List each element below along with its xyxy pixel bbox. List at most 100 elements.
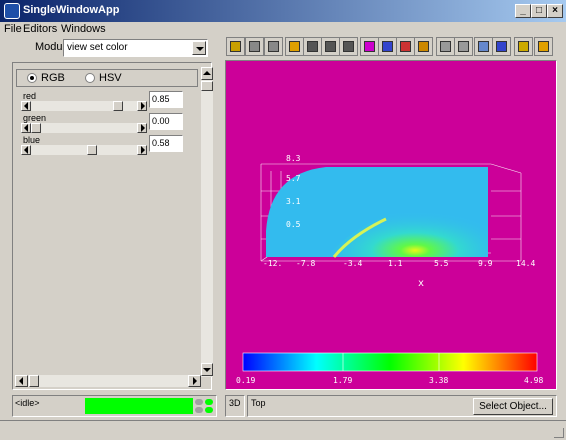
cube-front-icon <box>364 41 375 52</box>
y-tick-label: 5.7 <box>286 174 301 183</box>
scroll-thumb[interactable] <box>201 81 213 91</box>
rgb-label: RGB <box>41 72 65 84</box>
cube-wire-tool-button[interactable] <box>492 37 511 56</box>
save-tool-button[interactable] <box>454 37 473 56</box>
hsv-label: HSV <box>99 72 122 84</box>
close-button[interactable]: × <box>547 4 563 18</box>
slider-thumb[interactable] <box>86 145 97 155</box>
viewport-frame: 8.3 5.7 3.1 0.5 -12. -7.8 -3.4 1.1 5.5 9.9 14.4 x… <box>225 60 557 390</box>
scale-tool-button[interactable] <box>321 37 340 56</box>
cube-half-tool-button[interactable] <box>414 37 433 56</box>
slider-track[interactable] <box>21 101 147 111</box>
camera-tool-button[interactable] <box>245 37 264 56</box>
slider-value-field[interactable]: 0.00 <box>149 113 183 130</box>
maximize-button[interactable]: □ <box>531 4 547 18</box>
arrow-up-icon <box>203 71 211 75</box>
colorbar-label: 0.19 <box>236 376 255 385</box>
person-tool-button[interactable] <box>264 37 283 56</box>
arrow-right-icon <box>193 377 197 385</box>
slider-value-field[interactable]: 0.58 <box>149 135 183 152</box>
print-icon <box>440 41 451 52</box>
box-icon <box>478 41 489 52</box>
3d-viewport[interactable]: 8.3 5.7 3.1 0.5 -12. -7.8 -3.4 1.1 5.5 9.9 14.4 x… <box>226 61 556 389</box>
cube-side-tool-button[interactable] <box>378 37 397 56</box>
slider-value: 0.00 <box>152 116 170 126</box>
x-tick-label: 14.4 <box>516 259 535 268</box>
modules-select-value: view set color <box>67 42 128 53</box>
bulb-tool-button[interactable] <box>514 37 533 56</box>
slider-right-button[interactable] <box>137 101 147 111</box>
slider-left-button[interactable] <box>21 123 31 133</box>
horizontal-scrollbar[interactable] <box>15 375 201 387</box>
frame-tool-button[interactable] <box>303 37 322 56</box>
slider-thumb[interactable] <box>112 101 123 111</box>
menu-file[interactable]: File <box>4 23 22 35</box>
box-tool-button[interactable] <box>474 37 493 56</box>
arrow-right-icon <box>141 124 145 132</box>
x-tick-label: 5.5 <box>434 259 449 268</box>
slider-track[interactable] <box>21 123 147 133</box>
slider-row: red 0.85 <box>21 91 193 113</box>
bulb-icon <box>518 41 529 52</box>
print-tool-button[interactable] <box>436 37 455 56</box>
rgb-radio[interactable] <box>27 73 37 83</box>
cube-side-icon <box>382 41 393 52</box>
slider-left-button[interactable] <box>21 145 31 155</box>
indicator-icon <box>205 399 213 405</box>
camera-icon <box>249 41 260 52</box>
menu-windows[interactable]: Windows <box>61 23 106 35</box>
view-info-box: Top Select Object... <box>247 395 557 417</box>
slider-left-button[interactable] <box>21 101 31 111</box>
window-title: SingleWindowApp <box>23 4 120 16</box>
slider-right-button[interactable] <box>137 145 147 155</box>
slider-thumb[interactable] <box>31 123 41 133</box>
status-bar <box>0 420 566 440</box>
minimize-button[interactable]: _ <box>515 4 531 18</box>
person-icon <box>268 41 279 52</box>
cube-front-tool-button[interactable] <box>360 37 379 56</box>
light-tool-button[interactable] <box>226 37 245 56</box>
x-tick-label: -7.8 <box>296 259 315 268</box>
colorbar-label: 4.98 <box>524 376 543 385</box>
app-icon <box>4 3 20 19</box>
arrow-left-icon <box>24 102 28 110</box>
cube-wire-icon <box>496 41 507 52</box>
select-object-button[interactable]: Select Object... <box>473 398 553 415</box>
scroll-left-button[interactable] <box>15 375 28 387</box>
indicator-icon <box>195 407 203 413</box>
arrow-right-icon <box>141 146 145 154</box>
axes-tool-button[interactable] <box>339 37 358 56</box>
slider-track[interactable] <box>21 145 147 155</box>
axes-icon <box>343 41 354 52</box>
cube-half-icon <box>418 41 429 52</box>
y-tick-label: 0.5 <box>286 220 301 229</box>
scroll-up-button[interactable] <box>201 67 213 80</box>
menu-editors[interactable]: Editors <box>23 23 57 35</box>
title-bar: SingleWindowApp _ □ × <box>0 0 566 22</box>
arrow-right-icon <box>141 102 145 110</box>
save-icon <box>458 41 469 52</box>
chevron-down-icon <box>196 47 204 51</box>
scroll-right-button[interactable] <box>188 375 201 387</box>
resize-grip-icon[interactable] <box>554 428 564 438</box>
cube-top-tool-button[interactable] <box>396 37 415 56</box>
status-area: <idle> <box>12 395 217 417</box>
modules-select[interactable]: view set color <box>63 39 208 57</box>
vertical-scrollbar[interactable] <box>201 67 213 377</box>
arrow-down-icon <box>203 368 211 372</box>
dropdown-button[interactable] <box>192 41 206 55</box>
status-text: <idle> <box>15 398 40 408</box>
view-mode-box: 3D <box>225 395 245 417</box>
hsv-radio[interactable] <box>85 73 95 83</box>
x-tick-label: 1.1 <box>388 259 403 268</box>
x-tick-label: -3.4 <box>343 259 362 268</box>
lightning-tool-button[interactable] <box>534 37 553 56</box>
slider-right-button[interactable] <box>137 123 147 133</box>
h-scroll-thumb[interactable] <box>29 375 39 387</box>
progress-bar <box>85 398 193 414</box>
y-tick-label: 3.1 <box>286 197 301 206</box>
scroll-down-button[interactable] <box>201 363 213 376</box>
colorbar <box>242 352 538 372</box>
slider-value-field[interactable]: 0.85 <box>149 91 183 108</box>
rotate-tool-button[interactable] <box>285 37 304 56</box>
